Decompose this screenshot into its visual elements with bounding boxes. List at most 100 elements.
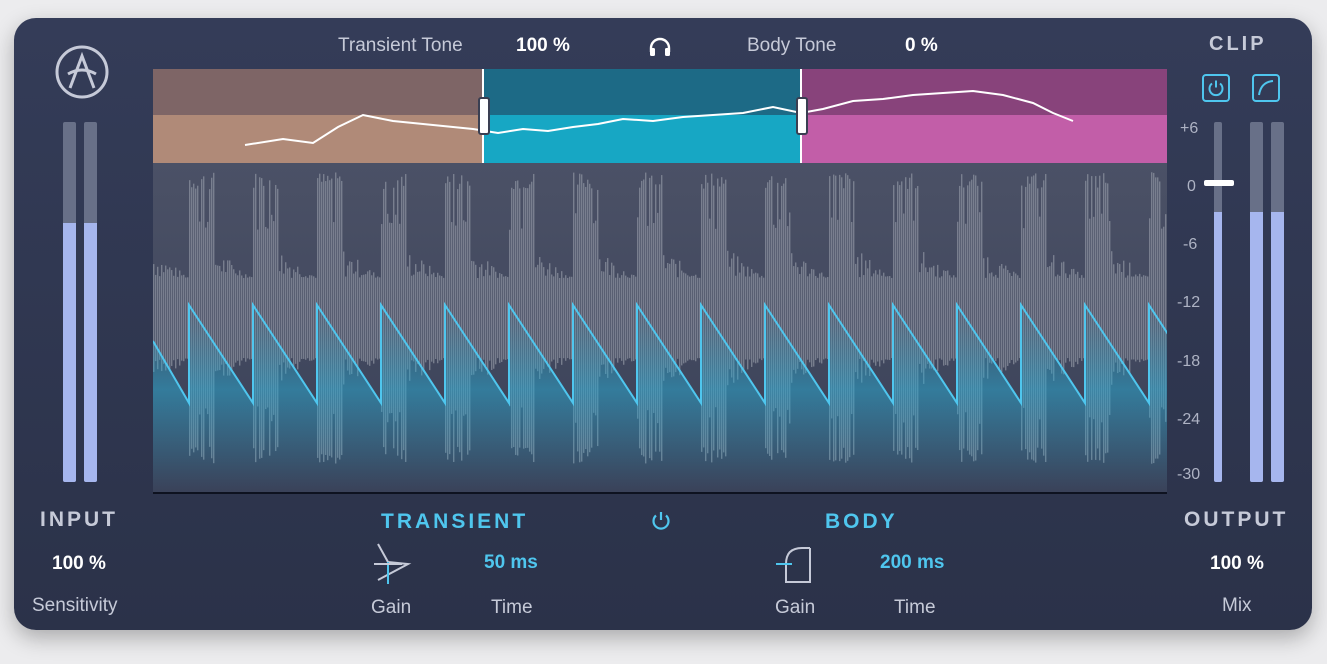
waveform-bar bbox=[1121, 271, 1123, 365]
band-split-handle-high[interactable] bbox=[796, 97, 808, 135]
waveform-bar bbox=[931, 267, 933, 369]
waveform-bar bbox=[175, 267, 177, 369]
waveform-bar bbox=[819, 273, 821, 363]
waveform-bar bbox=[565, 275, 567, 361]
waveform-bar bbox=[305, 276, 307, 360]
waveform-bar bbox=[613, 265, 615, 371]
waveform-bar bbox=[369, 270, 371, 366]
sensitivity-label: Sensitivity bbox=[32, 595, 118, 616]
transient-tone-value[interactable]: 100 % bbox=[516, 35, 570, 57]
waveform-bar bbox=[1007, 270, 1009, 366]
waveform-bar bbox=[229, 260, 231, 376]
waveform-bar bbox=[761, 275, 763, 361]
waveform-bar bbox=[631, 274, 633, 362]
waveform-bar bbox=[421, 260, 423, 376]
waveform-bar bbox=[1141, 276, 1143, 360]
waveform-display[interactable] bbox=[153, 163, 1167, 493]
waveform-bar bbox=[417, 271, 419, 365]
waveform-bar bbox=[413, 274, 415, 362]
waveform-bar bbox=[185, 277, 187, 359]
waveform-bar bbox=[233, 269, 235, 367]
waveform-bar bbox=[245, 274, 247, 362]
transient-gain-label: Gain bbox=[371, 597, 412, 618]
input-meter-left bbox=[63, 122, 76, 482]
waveform-bar bbox=[567, 277, 569, 359]
waveform-bar bbox=[873, 273, 875, 363]
waveform-bar bbox=[557, 272, 559, 364]
waveform-bar bbox=[745, 276, 747, 360]
mix-label: Mix bbox=[1222, 595, 1252, 616]
waveform-bar bbox=[235, 273, 237, 363]
waveform-bar bbox=[1139, 273, 1141, 363]
waveform-bar bbox=[609, 275, 611, 361]
output-mix-value[interactable]: 100 % bbox=[1210, 553, 1264, 575]
waveform-bar bbox=[1057, 274, 1059, 362]
waveform-bar bbox=[689, 276, 691, 360]
input-meter-right bbox=[84, 122, 97, 482]
body-time-value[interactable]: 200 ms bbox=[880, 552, 944, 574]
waveform-bar bbox=[871, 276, 873, 360]
waveform-bar bbox=[751, 269, 753, 367]
waveform-bar bbox=[1065, 273, 1067, 363]
body-tone-value[interactable]: 0 % bbox=[905, 35, 938, 57]
waveform-bar bbox=[419, 271, 421, 365]
waveform-bar bbox=[611, 262, 613, 374]
headphones-icon[interactable] bbox=[648, 36, 672, 58]
waveform-bar bbox=[867, 268, 869, 368]
waveform-bar bbox=[1123, 260, 1125, 376]
waveform-bar bbox=[743, 266, 745, 370]
transient-tone-label: Transient Tone bbox=[338, 35, 463, 56]
waveform-bar bbox=[805, 262, 807, 374]
clip-curve-button[interactable] bbox=[1252, 74, 1280, 102]
waveform-baseline bbox=[153, 492, 1167, 494]
waveform-bar bbox=[497, 277, 499, 359]
waveform-bar bbox=[951, 277, 953, 359]
waveform-bar bbox=[377, 276, 379, 360]
waveform-bar bbox=[559, 277, 561, 359]
waveform-bar bbox=[431, 274, 433, 362]
clip-power-button[interactable] bbox=[1202, 74, 1230, 102]
waveform-bar bbox=[481, 264, 483, 372]
waveform-bar bbox=[747, 266, 749, 370]
waveform-bar bbox=[477, 277, 479, 359]
body-gain-label: Gain bbox=[775, 597, 816, 618]
waveform-bar bbox=[499, 273, 501, 363]
power-icon bbox=[1208, 80, 1224, 97]
waveform-bar bbox=[247, 277, 249, 359]
waveform-bar bbox=[1063, 261, 1065, 375]
waveform-bar bbox=[989, 273, 991, 363]
waveform-bar bbox=[997, 277, 999, 359]
arturia-logo-icon bbox=[55, 45, 109, 99]
transient-time-label: Time bbox=[491, 597, 533, 618]
scale-label: +6 bbox=[1180, 120, 1199, 137]
waveform-bar bbox=[813, 269, 815, 367]
waveform-bar bbox=[425, 273, 427, 363]
waveform-bar bbox=[815, 275, 817, 361]
waveform-bar bbox=[757, 273, 759, 363]
waveform-bar bbox=[553, 276, 555, 360]
waveform-bar bbox=[941, 276, 943, 360]
waveform-bar bbox=[295, 272, 297, 364]
waveform-bar bbox=[693, 275, 695, 361]
waveform-bar bbox=[1067, 277, 1069, 359]
waveform-bar bbox=[935, 276, 937, 360]
output-gain-meter bbox=[1214, 122, 1222, 482]
transient-shape-icon[interactable] bbox=[374, 542, 412, 586]
waveform-bar bbox=[1005, 265, 1007, 371]
waveform-bar bbox=[311, 275, 313, 361]
scale-label: -24 bbox=[1177, 411, 1201, 428]
waveform-bar bbox=[489, 275, 491, 361]
input-sensitivity-value[interactable]: 100 % bbox=[52, 553, 106, 575]
waveform-bar bbox=[227, 260, 229, 376]
body-shape-icon[interactable] bbox=[776, 542, 816, 586]
waveform-bar bbox=[1115, 273, 1117, 363]
output-gain-slider-handle[interactable] bbox=[1204, 180, 1234, 186]
transient-time-value[interactable]: 50 ms bbox=[484, 552, 538, 574]
waveform-bar bbox=[615, 277, 617, 359]
waveform-bar bbox=[679, 260, 681, 376]
waveform-bar bbox=[1127, 275, 1129, 361]
power-icon[interactable] bbox=[650, 510, 672, 532]
waveform-bar bbox=[313, 276, 315, 360]
tone-band-strip[interactable] bbox=[153, 69, 1167, 163]
band-split-handle-low[interactable] bbox=[478, 97, 490, 135]
